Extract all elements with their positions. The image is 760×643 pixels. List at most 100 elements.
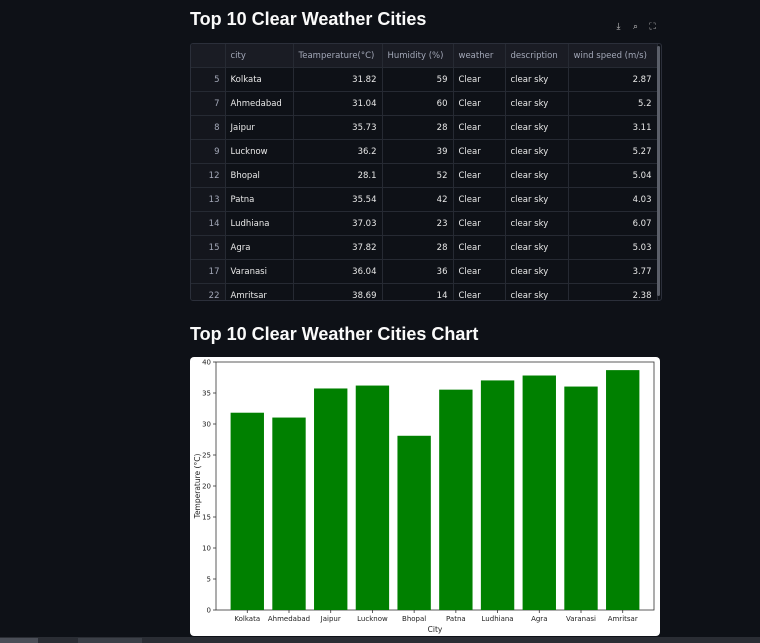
cell-city[interactable]: Ahmedabad <box>225 91 294 116</box>
cell-city[interactable]: Kolkata <box>225 67 294 92</box>
column-header-wind-speed[interactable]: wind speed (m/s) <box>568 44 658 68</box>
table-scrollbar[interactable] <box>657 46 660 296</box>
cell-weather[interactable]: Clear <box>453 67 506 92</box>
table-row[interactable]: 7 Ahmedabad 31.04 60 Clear clear sky 5.2 <box>191 91 658 116</box>
cell-humidity[interactable]: 52 <box>382 163 454 188</box>
cell-temperature[interactable]: 36.2 <box>293 139 383 164</box>
cell-description[interactable]: clear sky <box>505 115 569 140</box>
table-row[interactable]: 8 Jaipur 35.73 28 Clear clear sky 3.11 <box>191 115 658 140</box>
y-tick-label: 0 <box>207 607 211 615</box>
cell-humidity[interactable]: 39 <box>382 139 454 164</box>
cell-weather[interactable]: Clear <box>453 163 506 188</box>
cell-wind-speed[interactable]: 6.07 <box>568 211 658 236</box>
row-index: 22 <box>191 283 226 300</box>
cell-humidity[interactable]: 28 <box>382 235 454 260</box>
table-row[interactable]: 14 Ludhiana 37.03 23 Clear clear sky 6.0… <box>191 211 658 236</box>
x-tick-label: Kolkata <box>234 615 260 623</box>
cell-city[interactable]: Ludhiana <box>225 211 294 236</box>
column-header-humidity[interactable]: Humidity (%) <box>382 44 454 68</box>
download-icon[interactable]: ⤓ <box>612 21 625 34</box>
bottom-scrollbar[interactable] <box>0 637 760 643</box>
cell-wind-speed[interactable]: 3.11 <box>568 115 658 140</box>
x-axis-label: City <box>428 625 443 634</box>
cell-wind-speed[interactable]: 4.03 <box>568 187 658 212</box>
cell-description[interactable]: clear sky <box>505 139 569 164</box>
weather-data-table[interactable]: city Teamperature(°C) Humidity (%) weath… <box>190 43 662 301</box>
cell-wind-speed[interactable]: 5.03 <box>568 235 658 260</box>
cell-description[interactable]: clear sky <box>505 235 569 260</box>
cell-wind-speed[interactable]: 3.77 <box>568 259 658 284</box>
cell-temperature[interactable]: 31.04 <box>293 91 383 116</box>
cell-temperature[interactable]: 31.82 <box>293 67 383 92</box>
column-header-description[interactable]: description <box>505 44 569 68</box>
x-tick-label: Jaipur <box>320 615 341 623</box>
column-header-city[interactable]: city <box>225 44 294 68</box>
cell-weather[interactable]: Clear <box>453 235 506 260</box>
column-header-temperature[interactable]: Teamperature(°C) <box>293 44 383 68</box>
cell-weather[interactable]: Clear <box>453 139 506 164</box>
cell-wind-speed[interactable]: 2.87 <box>568 67 658 92</box>
cell-description[interactable]: clear sky <box>505 67 569 92</box>
cell-description[interactable]: clear sky <box>505 91 569 116</box>
x-tick-label: Bhopal <box>402 615 426 623</box>
cell-wind-speed[interactable]: 5.04 <box>568 163 658 188</box>
table-row[interactable]: 12 Bhopal 28.1 52 Clear clear sky 5.04 <box>191 163 658 188</box>
cell-weather[interactable]: Clear <box>453 211 506 236</box>
cell-city[interactable]: Jaipur <box>225 115 294 140</box>
cell-city[interactable]: Patna <box>225 187 294 212</box>
cell-city[interactable]: Varanasi <box>225 259 294 284</box>
cell-humidity[interactable]: 28 <box>382 115 454 140</box>
chart-svg: 0 5 10 15 20 25 30 35 40 Kolkata Ahmedabad Jaipur Lu… <box>193 359 655 634</box>
cell-humidity[interactable]: 60 <box>382 91 454 116</box>
cell-weather[interactable]: Clear <box>453 91 506 116</box>
cell-city[interactable]: Amritsar <box>225 283 294 300</box>
table-row[interactable]: 15 Agra 37.82 28 Clear clear sky 5.03 <box>191 235 658 260</box>
cell-temperature[interactable]: 35.73 <box>293 115 383 140</box>
cell-temperature[interactable]: 37.82 <box>293 235 383 260</box>
cell-temperature[interactable]: 36.04 <box>293 259 383 284</box>
bar-ludhiana <box>480 380 515 610</box>
x-tick-label: Patna <box>446 615 466 623</box>
cell-weather[interactable]: Clear <box>453 283 506 300</box>
cell-temperature[interactable]: 37.03 <box>293 211 383 236</box>
table-header-row: city Teamperature(°C) Humidity (%) weath… <box>191 44 658 68</box>
cell-description[interactable]: clear sky <box>505 211 569 236</box>
table-row[interactable]: 17 Varanasi 36.04 36 Clear clear sky 3.7… <box>191 259 658 284</box>
cell-humidity[interactable]: 59 <box>382 67 454 92</box>
index-column-header[interactable] <box>191 44 226 68</box>
cell-temperature[interactable]: 28.1 <box>293 163 383 188</box>
bar-bhopal <box>397 435 431 610</box>
bottom-scrollbar-thumb[interactable] <box>0 638 38 643</box>
table-row[interactable]: 22 Amritsar 38.69 14 Clear clear sky 2.3… <box>191 283 658 300</box>
cell-city[interactable]: Lucknow <box>225 139 294 164</box>
column-header-weather[interactable]: weather <box>453 44 506 68</box>
table-row[interactable]: 13 Patna 35.54 42 Clear clear sky 4.03 <box>191 187 658 212</box>
table-row[interactable]: 5 Kolkata 31.82 59 Clear clear sky 2.87 <box>191 67 658 92</box>
cell-city[interactable]: Bhopal <box>225 163 294 188</box>
row-index: 14 <box>191 211 226 236</box>
cell-wind-speed[interactable]: 2.38 <box>568 283 658 300</box>
cell-humidity[interactable]: 23 <box>382 211 454 236</box>
cell-wind-speed[interactable]: 5.27 <box>568 139 658 164</box>
fullscreen-icon[interactable]: ⛶ <box>646 21 659 34</box>
cell-humidity[interactable]: 36 <box>382 259 454 284</box>
search-icon[interactable]: ⌕ <box>629 21 642 34</box>
cell-weather[interactable]: Clear <box>453 115 506 140</box>
cell-description[interactable]: clear sky <box>505 259 569 284</box>
cell-weather[interactable]: Clear <box>453 259 506 284</box>
cell-humidity[interactable]: 14 <box>382 283 454 300</box>
cell-weather[interactable]: Clear <box>453 187 506 212</box>
row-index: 12 <box>191 163 226 188</box>
y-tick-label: 30 <box>202 421 211 429</box>
cell-description[interactable]: clear sky <box>505 283 569 300</box>
cell-temperature[interactable]: 35.54 <box>293 187 383 212</box>
cell-temperature[interactable]: 38.69 <box>293 283 383 300</box>
cell-description[interactable]: clear sky <box>505 163 569 188</box>
y-tick-label: 10 <box>202 545 211 553</box>
cell-wind-speed[interactable]: 5.2 <box>568 91 658 116</box>
cell-city[interactable]: Agra <box>225 235 294 260</box>
cell-humidity[interactable]: 42 <box>382 187 454 212</box>
temperature-bar-chart: 0 5 10 15 20 25 30 35 40 Kolkata Ahmedabad Jaipur Lu… <box>190 357 660 636</box>
table-row[interactable]: 9 Lucknow 36.2 39 Clear clear sky 5.27 <box>191 139 658 164</box>
cell-description[interactable]: clear sky <box>505 187 569 212</box>
